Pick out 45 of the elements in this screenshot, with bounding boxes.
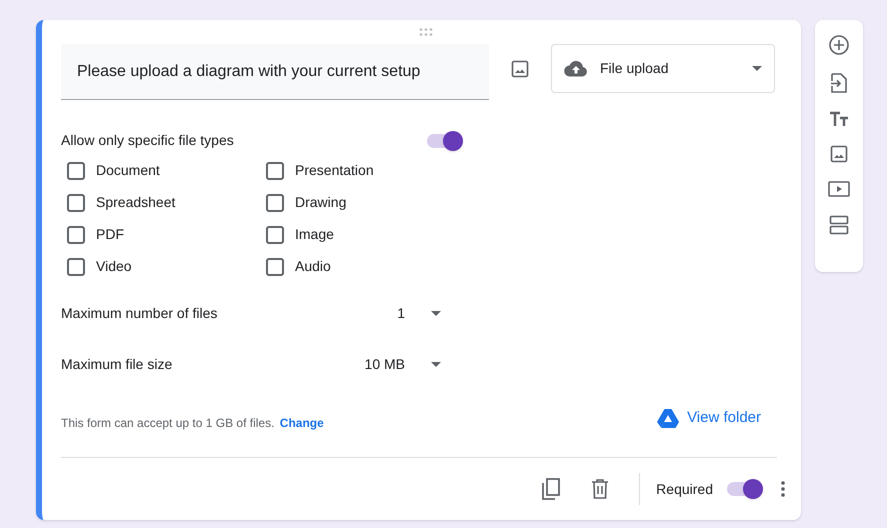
- file-type-label: Audio: [295, 257, 331, 276]
- more-options-icon[interactable]: [781, 481, 785, 497]
- cloud-upload-icon: [564, 60, 588, 78]
- checkbox[interactable]: [67, 194, 85, 212]
- setting-label: Maximum file size: [61, 354, 174, 374]
- checkbox[interactable]: [266, 226, 284, 244]
- file-type-label: Document: [96, 161, 160, 180]
- add-question-icon[interactable]: [829, 35, 849, 55]
- change-link[interactable]: Change: [280, 416, 324, 430]
- caret-icon: [431, 310, 441, 316]
- import-questions-icon[interactable]: [831, 73, 847, 93]
- file-types-toggle[interactable]: [427, 130, 463, 150]
- question-title-field[interactable]: Please upload a diagram with your current setup: [61, 44, 489, 100]
- copy-icon[interactable]: [541, 478, 562, 500]
- caret-icon: [431, 362, 441, 366]
- drive-icon: [657, 408, 680, 428]
- drag-handle-icon[interactable]: [418, 27, 434, 37]
- checkbox[interactable]: [266, 194, 284, 212]
- add-image-icon[interactable]: [830, 145, 848, 163]
- title-text-icon[interactable]: [829, 111, 849, 127]
- upload-limit-note: This form can accept up to 1 GB of files. Change: [61, 415, 324, 432]
- checkbox[interactable]: [266, 258, 284, 276]
- checkbox[interactable]: [266, 162, 284, 180]
- setting-dropdown[interactable]: 10 MB: [311, 354, 441, 374]
- view-folder-link[interactable]: View folder: [657, 406, 761, 430]
- add-video-icon[interactable]: [828, 181, 850, 197]
- question-type-dropdown[interactable]: File upload: [551, 44, 775, 93]
- checkbox[interactable]: [67, 258, 85, 276]
- file-type-label: Presentation: [295, 161, 374, 180]
- checkbox[interactable]: [67, 226, 85, 244]
- file-type-label: Spreadsheet: [96, 193, 176, 212]
- file-type-label: Drawing: [295, 193, 346, 212]
- file-type-label: Image: [295, 225, 334, 244]
- setting-dropdown[interactable]: 1: [311, 302, 441, 324]
- file-type-label: PDF: [96, 225, 124, 244]
- setting-label: Maximum number of files: [61, 304, 218, 322]
- image-icon[interactable]: [511, 60, 529, 78]
- delete-icon[interactable]: [591, 479, 610, 499]
- caret-icon: [752, 66, 762, 71]
- file-types-label: Allow only specific file types: [61, 131, 234, 150]
- required-toggle[interactable]: [727, 479, 763, 499]
- required-label: Required: [656, 480, 713, 499]
- file-type-label: Video: [96, 257, 132, 276]
- add-section-icon[interactable]: [829, 215, 849, 235]
- checkbox[interactable]: [67, 162, 85, 180]
